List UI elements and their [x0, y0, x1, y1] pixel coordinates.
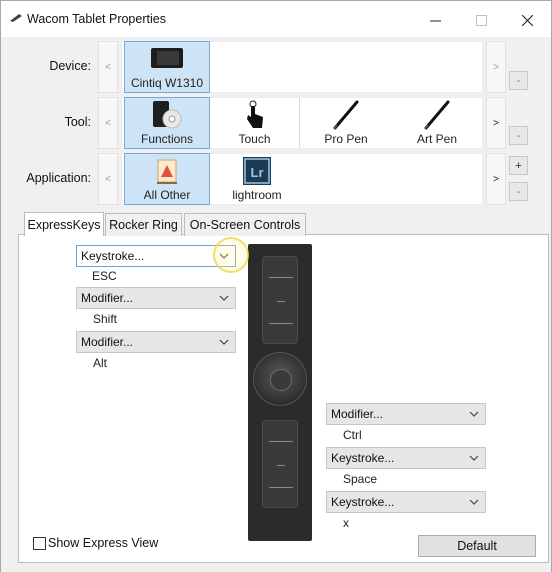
dropdown-value: Keystroke... [331, 495, 395, 509]
application-tile-label-lightroom: lightroom [232, 188, 282, 202]
tab-expresskeys[interactable]: ExpressKeys [24, 212, 104, 236]
wacom-pen-icon [10, 14, 22, 22]
chevron-down-icon [219, 295, 229, 301]
tablet-device-icon [151, 48, 183, 68]
tool-tile-label-touch: Touch [238, 132, 271, 146]
tool-label: Tool: [64, 115, 91, 129]
application-tile-lightroom[interactable]: Lr lightroom [214, 154, 300, 204]
close-icon [521, 14, 533, 26]
dropdown-value: Modifier... [81, 335, 134, 349]
device-remove-button[interactable]: - [509, 71, 528, 90]
cursor-highlight [213, 237, 249, 273]
maximize-icon [475, 14, 487, 26]
left-key-2-value: Shift [93, 312, 118, 326]
chevron-down-icon [219, 339, 229, 345]
tool-tile-pro-pen[interactable]: Pro Pen [302, 98, 390, 148]
tool-tile-label-pro-pen: Pro Pen [324, 132, 368, 146]
tool-tile-label-art-pen: Art Pen [416, 132, 458, 146]
device-strip: Cintiq W1310 [121, 41, 483, 93]
application-strip: All Other Lr lightroom [121, 153, 483, 205]
lightroom-icon: Lr [243, 157, 271, 185]
tool-tile-functions[interactable]: Functions [124, 97, 210, 149]
lower-expresskeys [262, 420, 298, 508]
tab-on-screen-controls[interactable]: On-Screen Controls [184, 213, 306, 236]
tablet-illustration [248, 244, 312, 541]
pen-icon [333, 100, 359, 130]
application-prev-button[interactable]: < [98, 153, 118, 205]
right-key-2-value: Space [343, 472, 378, 486]
close-button[interactable] [504, 7, 550, 33]
device-label: Device: [49, 59, 91, 73]
touch-hand-icon [246, 100, 263, 128]
application-label: Application: [26, 171, 91, 185]
tab-rocker-ring[interactable]: Rocker Ring [105, 213, 182, 236]
dropdown-value: Keystroke... [81, 249, 145, 263]
left-key-1-value: ESC [92, 269, 117, 283]
minimize-button[interactable] [412, 7, 458, 33]
tool-strip: Functions Touch Pro Pen Art Pen [121, 97, 483, 149]
right-key-3-dropdown[interactable]: Keystroke... [326, 491, 486, 513]
wacom-properties-window: Wacom Tablet Properties Device: < Cintiq… [0, 0, 552, 572]
all-apps-icon [157, 159, 177, 184]
dropdown-value: Keystroke... [331, 451, 395, 465]
window-title: Wacom Tablet Properties [27, 12, 166, 26]
show-express-view-label: Show Express View [48, 536, 159, 550]
tool-prev-button[interactable]: < [98, 97, 118, 149]
left-key-3-dropdown[interactable]: Modifier... [76, 331, 236, 353]
device-prev-button[interactable]: < [98, 41, 118, 93]
right-key-2-dropdown[interactable]: Keystroke... [326, 447, 486, 469]
upper-expresskeys [262, 256, 298, 344]
rocker-ring [253, 352, 307, 406]
chevron-down-icon [469, 455, 479, 461]
chevron-down-icon [469, 411, 479, 417]
device-next-button[interactable]: > [486, 41, 506, 93]
tool-tile-touch[interactable]: Touch [210, 98, 300, 148]
right-key-3-value: x [343, 516, 349, 530]
dropdown-value: Modifier... [331, 407, 384, 421]
right-key-1-dropdown[interactable]: Modifier... [326, 403, 486, 425]
dropdown-value: Modifier... [81, 291, 134, 305]
chevron-down-icon [469, 499, 479, 505]
tool-tile-art-pen[interactable]: Art Pen [392, 98, 482, 148]
left-key-3-value: Alt [93, 356, 108, 370]
tool-next-button[interactable]: > [486, 97, 506, 149]
default-button[interactable]: Default [418, 535, 536, 557]
svg-text:Lr: Lr [251, 165, 264, 180]
left-key-1-dropdown[interactable]: Keystroke... [76, 245, 236, 267]
show-express-view-checkbox[interactable] [33, 537, 46, 550]
application-tile-all-other[interactable]: All Other [124, 153, 210, 205]
device-tile-label: Cintiq W1310 [130, 76, 204, 90]
application-tile-label-all-other: All Other [143, 188, 191, 202]
rocker-ring-center [270, 369, 292, 391]
functions-icon [153, 101, 182, 129]
right-key-1-value: Ctrl [343, 428, 362, 442]
application-remove-button[interactable]: - [509, 182, 528, 201]
title-bar: Wacom Tablet Properties [1, 1, 551, 37]
maximize-button[interactable] [458, 7, 504, 33]
tool-tile-label-functions: Functions [140, 132, 194, 146]
tool-remove-button[interactable]: - [509, 126, 528, 145]
application-add-button[interactable]: + [509, 156, 528, 175]
device-tile-cintiq[interactable]: Cintiq W1310 [124, 41, 210, 93]
minimize-icon [429, 20, 441, 21]
application-next-button[interactable]: > [486, 153, 506, 205]
left-key-2-dropdown[interactable]: Modifier... [76, 287, 236, 309]
pen-icon [424, 100, 450, 130]
